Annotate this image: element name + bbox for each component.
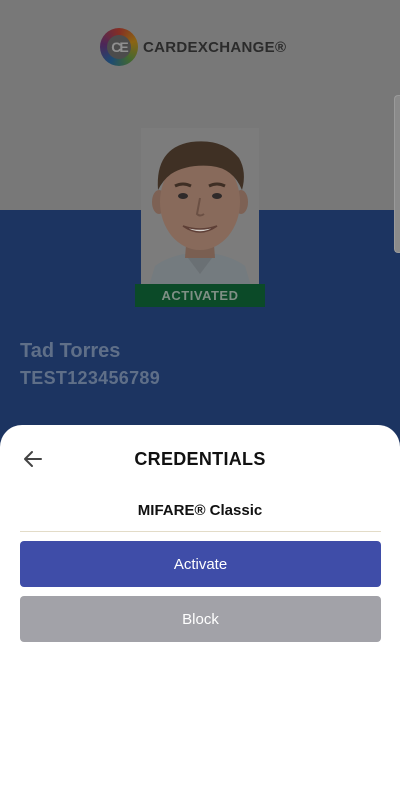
- cardexchange-logo-icon: CE: [100, 28, 138, 66]
- credentials-sheet: CREDENTIALS MIFARE® Classic Activate Blo…: [0, 425, 400, 792]
- person-avatar: [141, 128, 259, 286]
- holder-id: TEST123456789: [20, 368, 160, 388]
- edge-drag-handle[interactable]: [394, 95, 400, 253]
- sheet-title: CREDENTIALS: [134, 449, 266, 469]
- divider: [20, 531, 381, 532]
- status-badge: ACTIVATED: [135, 284, 265, 307]
- holder-name: Tad Torres: [20, 340, 121, 362]
- credential-type: MIFARE® Classic: [137, 502, 263, 519]
- brand-name: CARDEXCHANGE®: [143, 38, 287, 56]
- logo-letters: CE: [111, 39, 129, 55]
- activate-button[interactable]: Activate: [20, 541, 381, 587]
- brand-logo: CE CARDEXCHANGE®: [100, 28, 286, 66]
- block-button[interactable]: Block: [20, 596, 381, 642]
- holder-photo: [141, 128, 259, 286]
